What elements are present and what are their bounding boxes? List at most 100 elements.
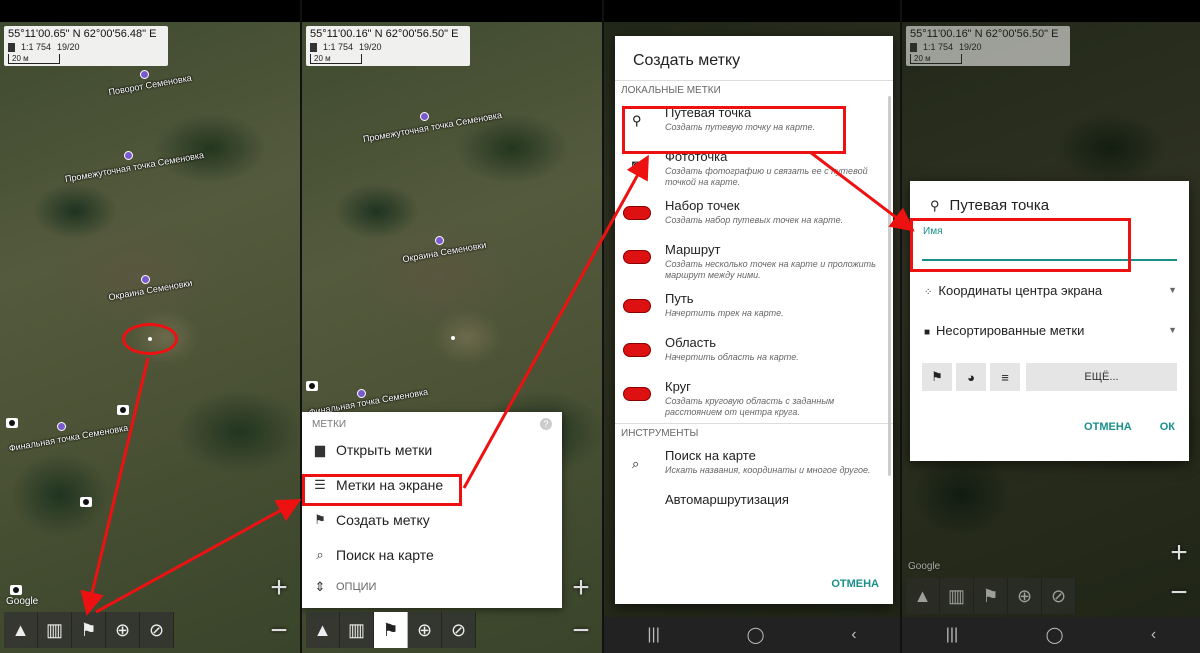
google-logo: Google bbox=[6, 596, 39, 607]
item-desc: Искать названия, координаты и многое дру… bbox=[665, 465, 871, 475]
status-bar bbox=[302, 0, 602, 22]
camera-icon[interactable] bbox=[306, 381, 318, 391]
waypoint-marker[interactable] bbox=[141, 275, 150, 284]
waypoint-icon: ⚲ bbox=[930, 197, 940, 213]
zoom-out-button[interactable]: − bbox=[266, 616, 292, 646]
panel-map-1: 55°11'00.65" N 62°00'56.48" E 1:1 754 19… bbox=[0, 0, 300, 653]
scale-bar: 20 м bbox=[310, 54, 362, 64]
back-icon[interactable]: ‹ bbox=[851, 626, 856, 644]
map-layers-icon[interactable]: ▥ bbox=[340, 612, 374, 648]
zoom-level: 19/20 bbox=[57, 42, 80, 52]
waypoint-marker[interactable] bbox=[124, 151, 133, 160]
map-layers-icon[interactable]: ▥ bbox=[940, 578, 974, 614]
edit-notes-icon[interactable]: ≡ bbox=[990, 363, 1020, 391]
waypoint-marker[interactable] bbox=[57, 422, 66, 431]
scale-bar: 20 м bbox=[8, 54, 60, 64]
chevron-down-icon: ▼ bbox=[1168, 325, 1177, 335]
menu-item-search-map[interactable]: ⌕ Поиск на карте bbox=[302, 537, 562, 572]
help-icon[interactable]: ? bbox=[540, 418, 552, 430]
scale-ratio: 1:1 754 bbox=[923, 42, 954, 52]
camera-icon[interactable] bbox=[6, 418, 18, 428]
cancel-button[interactable]: ОТМЕНА bbox=[1084, 421, 1132, 433]
create-points-set-item[interactable]: Набор точек Создать набор путевых точек … bbox=[615, 193, 893, 237]
recent-apps-icon[interactable]: ||| bbox=[946, 626, 958, 644]
item-name: Поиск на карте bbox=[665, 448, 756, 463]
gps-target-icon[interactable]: ⊕ bbox=[408, 612, 442, 648]
search-map-item[interactable]: ⌕ Поиск на карте Искать названия, коорди… bbox=[615, 443, 893, 487]
item-name: Область bbox=[665, 335, 717, 350]
home-icon[interactable]: ◯ bbox=[1046, 625, 1064, 645]
flag-icon[interactable]: ⚑ bbox=[974, 578, 1008, 614]
flag-icon[interactable]: ⚑ bbox=[922, 363, 952, 391]
crosshair-icon: ⁘ bbox=[924, 286, 933, 298]
home-icon[interactable]: ◯ bbox=[747, 625, 765, 645]
mountain-icon[interactable]: ▲ bbox=[906, 578, 940, 614]
more-button[interactable]: ЕЩЁ... bbox=[1026, 363, 1177, 391]
cancel-button[interactable]: ОТМЕНА bbox=[831, 578, 879, 590]
waypoint-marker[interactable] bbox=[435, 236, 444, 245]
save-icon: ■ bbox=[924, 326, 931, 338]
item-desc: Начертить трек на карте. bbox=[665, 308, 784, 318]
coordinates-text: 55°11'00.16" N 62°00'56.50" E bbox=[910, 28, 1059, 40]
menu-item-label: Создать метку bbox=[336, 511, 430, 528]
map-layers-icon[interactable]: ▥ bbox=[38, 612, 72, 648]
palette-icon[interactable]: ◕ bbox=[956, 363, 986, 391]
mountain-icon[interactable]: ▲ bbox=[4, 612, 38, 648]
zoom-level: 19/20 bbox=[359, 42, 382, 52]
item-name: Круг bbox=[665, 379, 691, 394]
menu-item-options[interactable]: ⇕ ОПЦИИ bbox=[302, 572, 562, 602]
coordinates-select[interactable]: ⁘ Координаты центра экрана ▼ bbox=[924, 279, 1177, 301]
auto-routing-item[interactable]: Автомаршрутизация bbox=[615, 487, 893, 507]
recent-apps-icon[interactable]: ||| bbox=[647, 626, 659, 644]
item-name: Набор точек bbox=[665, 198, 740, 213]
gps-target-icon[interactable]: ⊕ bbox=[106, 612, 140, 648]
flag-icon[interactable]: ⚑ bbox=[72, 612, 106, 648]
menu-item-create-mark[interactable]: ⚑ Создать метку bbox=[302, 502, 562, 537]
camera-icon[interactable] bbox=[10, 585, 22, 595]
gps-target-icon[interactable]: ⊕ bbox=[1008, 578, 1042, 614]
folder-icon: ▆ bbox=[315, 441, 325, 457]
dialog-title: Путевая точка bbox=[949, 197, 1050, 214]
back-icon[interactable]: ‹ bbox=[1151, 626, 1156, 644]
item-name: Автомаршрутизация bbox=[665, 492, 789, 507]
scrollbar[interactable] bbox=[888, 96, 891, 476]
waypoint-marker[interactable] bbox=[140, 70, 149, 79]
menu-item-label: Поиск на карте bbox=[336, 546, 434, 563]
coordinates-box: 55°11'00.16" N 62°00'56.50" E 1:1 754 19… bbox=[306, 26, 470, 66]
system-nav-bar: ||| ◯ ‹ bbox=[604, 617, 900, 653]
compass-icon[interactable]: ⊘ bbox=[442, 612, 476, 648]
highlight-rect bbox=[910, 218, 1131, 272]
zoom-out-button[interactable]: − bbox=[1166, 578, 1192, 608]
compass-icon[interactable]: ⊘ bbox=[1042, 578, 1076, 614]
status-bar bbox=[902, 0, 1200, 22]
expand-icon: ⇕ bbox=[314, 579, 326, 594]
create-area-item[interactable]: Область Начертить область на карте. bbox=[615, 330, 893, 374]
scale-ratio: 1:1 754 bbox=[323, 42, 354, 52]
search-icon: ⌕ bbox=[632, 456, 640, 471]
mountain-icon[interactable]: ▲ bbox=[306, 612, 340, 648]
section-local-marks: ЛОКАЛЬНЫЕ МЕТКИ bbox=[615, 80, 893, 100]
camera-icon[interactable] bbox=[80, 497, 92, 507]
system-nav-bar: ||| ◯ ‹ bbox=[902, 617, 1200, 653]
flag-plus-icon: ⚑ bbox=[314, 511, 326, 527]
compass-icon[interactable]: ⊘ bbox=[140, 612, 174, 648]
create-track-item[interactable]: Путь Начертить трек на карте. bbox=[615, 286, 893, 330]
photo-point-icon: ◙ bbox=[632, 157, 640, 172]
create-circle-item[interactable]: Круг Создать круговую область с заданным… bbox=[615, 374, 893, 423]
zoom-in-button[interactable]: + bbox=[568, 573, 594, 603]
flag-icon[interactable]: ⚑ bbox=[374, 612, 408, 648]
points-set-icon bbox=[623, 206, 651, 220]
menu-item-open-marks[interactable]: ▆ Открыть метки bbox=[302, 432, 562, 467]
zoom-out-button[interactable]: − bbox=[568, 616, 594, 646]
item-name: Путь bbox=[665, 291, 694, 306]
waypoint-marker[interactable] bbox=[420, 112, 429, 121]
route-icon bbox=[623, 250, 651, 264]
bottom-toolbar: ▲ ▥ ⚑ ⊕ ⊘ bbox=[4, 612, 174, 648]
create-route-item[interactable]: Маршрут Создать несколько точек на карте… bbox=[615, 237, 893, 286]
coordinates-text: 55°11'00.65" N 62°00'56.48" E bbox=[8, 28, 157, 40]
folder-select[interactable]: ■ Несортированные метки ▼ bbox=[924, 319, 1177, 341]
ok-button[interactable]: ОК bbox=[1160, 421, 1175, 433]
zoom-in-button[interactable]: + bbox=[266, 573, 292, 603]
camera-icon[interactable] bbox=[117, 405, 129, 415]
zoom-in-button[interactable]: + bbox=[1166, 538, 1192, 568]
